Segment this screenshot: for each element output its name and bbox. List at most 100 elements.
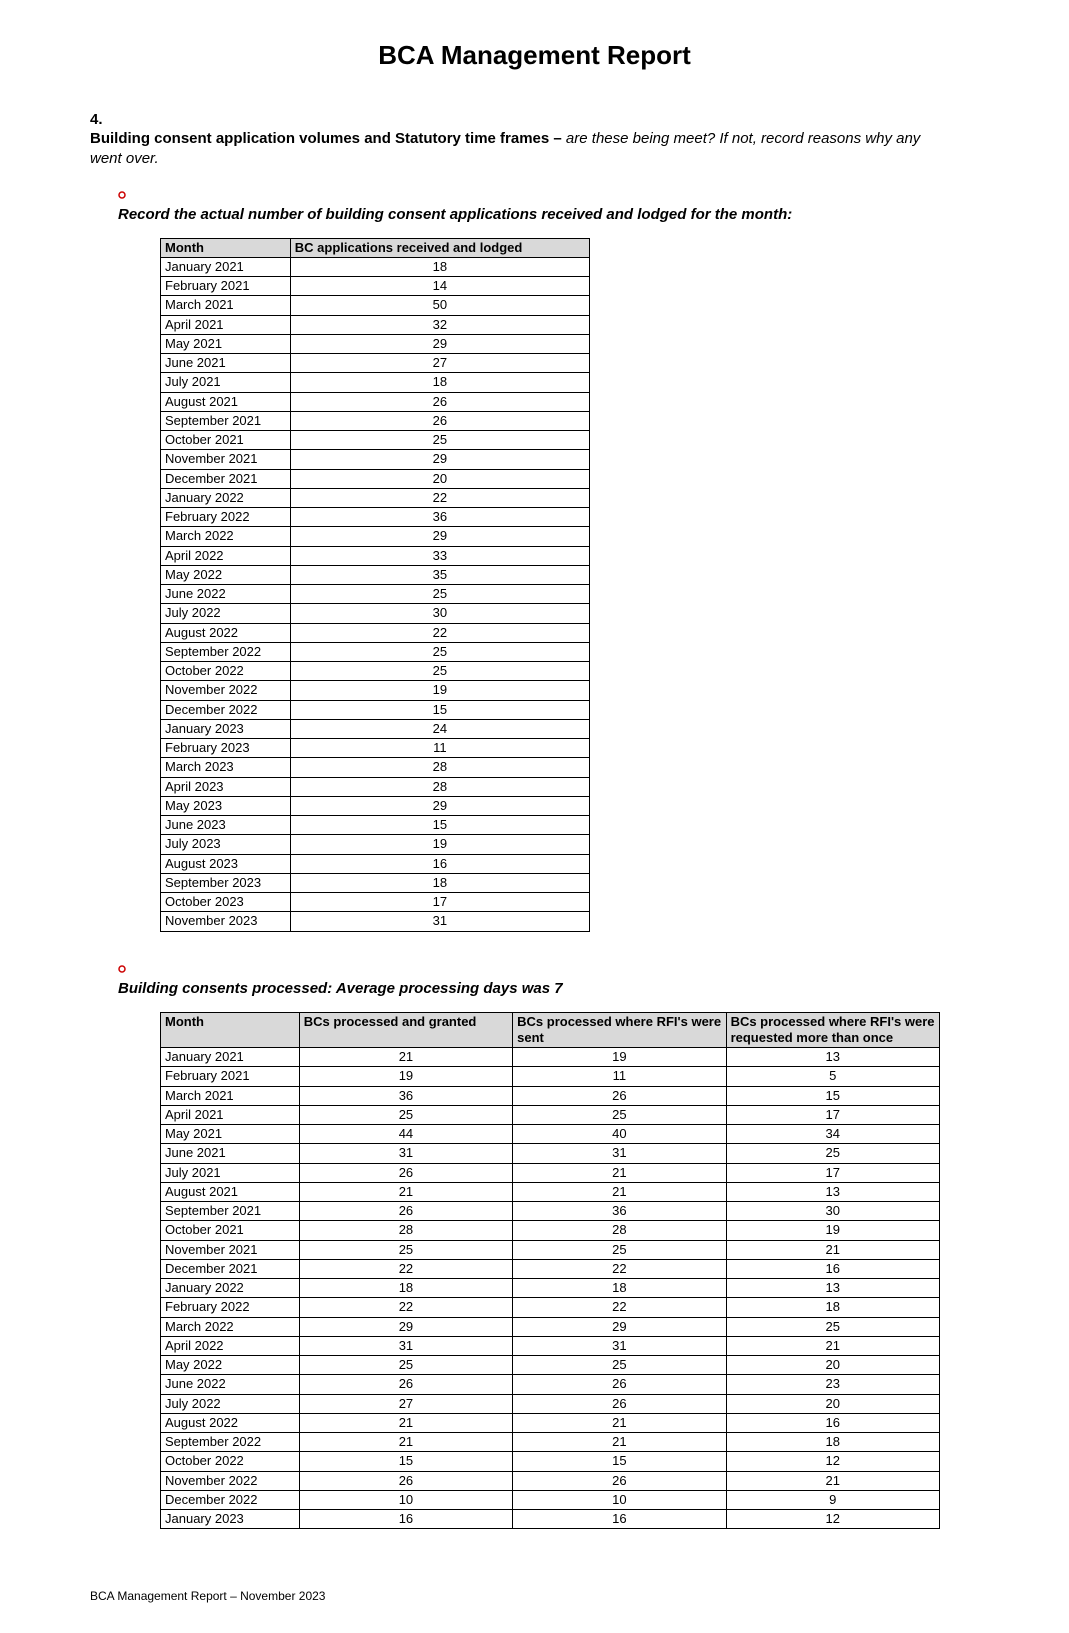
table-cell: February 2021 xyxy=(161,1067,300,1086)
page: BCA Management Report 4. Building consen… xyxy=(0,0,1069,1633)
processed-table: Month BCs processed and granted BCs proc… xyxy=(160,1012,940,1530)
table-row: June 202127 xyxy=(161,354,590,373)
table-cell: 15 xyxy=(290,700,589,719)
bullet-2: Building consents processed: Average pro… xyxy=(118,962,949,998)
table-cell: 36 xyxy=(290,508,589,527)
table-cell: 13 xyxy=(726,1279,939,1298)
table-cell: 25 xyxy=(290,662,589,681)
table-cell: 23 xyxy=(726,1375,939,1394)
bullet-1-text: Record the actual number of building con… xyxy=(118,206,927,223)
table-row: March 202229 xyxy=(161,527,590,546)
section-heading-bold: Building consent application volumes and… xyxy=(90,130,562,147)
table-cell: October 2021 xyxy=(161,1221,300,1240)
table-cell: 26 xyxy=(299,1375,512,1394)
table-cell: July 2021 xyxy=(161,373,291,392)
table-row: October 202125 xyxy=(161,431,590,450)
table-cell: 27 xyxy=(290,354,589,373)
table-cell: 15 xyxy=(726,1086,939,1105)
table-cell: April 2021 xyxy=(161,1105,300,1124)
table-cell: 31 xyxy=(290,912,589,931)
table-cell: August 2021 xyxy=(161,1182,300,1201)
table-cell: January 2021 xyxy=(161,1048,300,1067)
table-cell: 21 xyxy=(513,1413,726,1432)
table-row: October 2021282819 xyxy=(161,1221,940,1240)
table-cell: 18 xyxy=(299,1279,512,1298)
table-cell: 12 xyxy=(726,1452,939,1471)
table-cell: 25 xyxy=(726,1317,939,1336)
bullet-1: Record the actual number of building con… xyxy=(118,188,949,224)
table-cell: 25 xyxy=(513,1240,726,1259)
table-cell: 22 xyxy=(513,1259,726,1278)
table-cell: 18 xyxy=(290,873,589,892)
table-row: January 2022181813 xyxy=(161,1279,940,1298)
table-cell: 21 xyxy=(513,1182,726,1201)
table-cell: May 2023 xyxy=(161,796,291,815)
table-cell: November 2022 xyxy=(161,681,291,700)
table-cell: 25 xyxy=(290,585,589,604)
table-row: January 202222 xyxy=(161,488,590,507)
table-cell: 22 xyxy=(299,1298,512,1317)
table-row: May 202329 xyxy=(161,796,590,815)
table-cell: 29 xyxy=(290,796,589,815)
table-cell: 22 xyxy=(290,623,589,642)
table-cell: 19 xyxy=(290,681,589,700)
table-row: May 202129 xyxy=(161,334,590,353)
table-cell: 22 xyxy=(290,488,589,507)
table-row: October 202225 xyxy=(161,662,590,681)
table-cell: 25 xyxy=(726,1144,939,1163)
table-row: April 2021252517 xyxy=(161,1105,940,1124)
table-row: July 202230 xyxy=(161,604,590,623)
table-cell: August 2022 xyxy=(161,1413,300,1432)
table-cell: 35 xyxy=(290,565,589,584)
table-cell: May 2021 xyxy=(161,334,291,353)
table-cell: 31 xyxy=(299,1336,512,1355)
table-cell: May 2022 xyxy=(161,1356,300,1375)
table-row: June 202315 xyxy=(161,816,590,835)
table-row: April 202132 xyxy=(161,315,590,334)
table-row: February 202236 xyxy=(161,508,590,527)
table-cell: April 2023 xyxy=(161,777,291,796)
table-cell: 13 xyxy=(726,1182,939,1201)
table-cell: 50 xyxy=(290,296,589,315)
table-cell: July 2022 xyxy=(161,604,291,623)
table-cell: 22 xyxy=(299,1259,512,1278)
table-cell: June 2021 xyxy=(161,354,291,373)
table-row: April 2022313121 xyxy=(161,1336,940,1355)
table-row: September 2022212118 xyxy=(161,1433,940,1452)
table-cell: 29 xyxy=(290,527,589,546)
table-cell: 17 xyxy=(726,1105,939,1124)
table-cell: December 2022 xyxy=(161,700,291,719)
table-cell: 30 xyxy=(726,1202,939,1221)
table-cell: 26 xyxy=(290,392,589,411)
table-cell: November 2021 xyxy=(161,450,291,469)
table-cell: March 2022 xyxy=(161,527,291,546)
table-row: September 202225 xyxy=(161,642,590,661)
table-cell: 11 xyxy=(290,739,589,758)
table-row: December 202210109 xyxy=(161,1490,940,1509)
table-row: October 2022151512 xyxy=(161,1452,940,1471)
table-cell: 26 xyxy=(290,411,589,430)
table-cell: January 2023 xyxy=(161,1510,300,1529)
table-row: February 2022222218 xyxy=(161,1298,940,1317)
table-cell: April 2022 xyxy=(161,546,291,565)
table-row: July 202319 xyxy=(161,835,590,854)
table-row: April 202233 xyxy=(161,546,590,565)
table-cell: 19 xyxy=(290,835,589,854)
table-cell: 25 xyxy=(290,431,589,450)
table-cell: 40 xyxy=(513,1125,726,1144)
table-row: February 202311 xyxy=(161,739,590,758)
table-row: March 2021362615 xyxy=(161,1086,940,1105)
table-cell: September 2022 xyxy=(161,1433,300,1452)
table-row: December 202215 xyxy=(161,700,590,719)
table-cell: 25 xyxy=(299,1240,512,1259)
table-cell: 15 xyxy=(513,1452,726,1471)
table-cell: August 2022 xyxy=(161,623,291,642)
bullet-icon xyxy=(118,962,136,980)
table-cell: 19 xyxy=(299,1067,512,1086)
table-cell: 29 xyxy=(513,1317,726,1336)
table-cell: July 2023 xyxy=(161,835,291,854)
table-row: September 202318 xyxy=(161,873,590,892)
table-cell: 26 xyxy=(299,1202,512,1221)
table-cell: 10 xyxy=(513,1490,726,1509)
table-cell: 16 xyxy=(513,1510,726,1529)
